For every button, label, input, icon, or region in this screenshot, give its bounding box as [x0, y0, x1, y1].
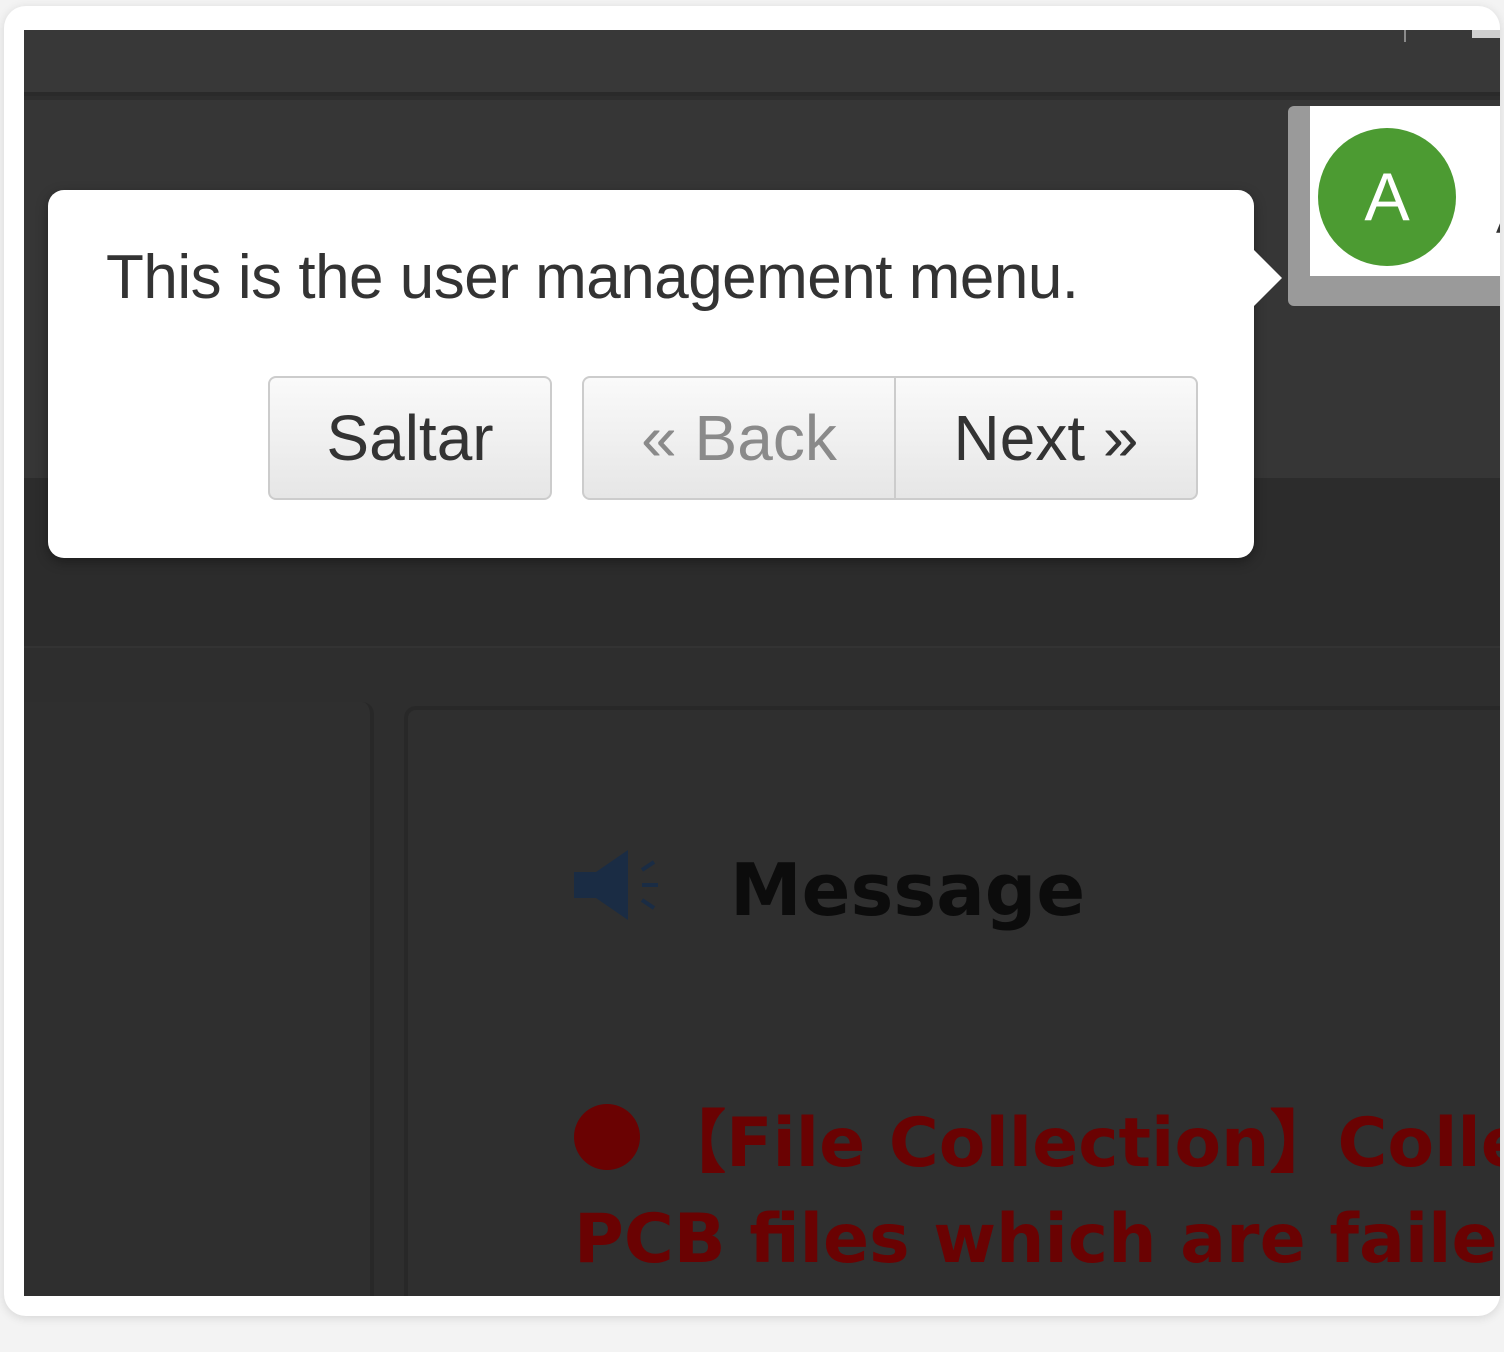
notice-item[interactable]: 【File Collection】Colle PCB files which a… [574, 1096, 1500, 1288]
navbar-icon[interactable] [1472, 30, 1500, 38]
top-navbar [24, 30, 1500, 96]
user-name: A [1496, 194, 1500, 244]
navbar-divider [1404, 30, 1406, 42]
next-button[interactable]: Next » [894, 376, 1198, 500]
notice-line-2: PCB files which are failed [574, 1200, 1500, 1279]
notice-line-1: 【File Collection】Colle [574, 1096, 1500, 1192]
back-button[interactable]: « Back [582, 376, 896, 500]
skip-button[interactable]: Saltar [268, 376, 552, 500]
message-heading: Message [730, 848, 1086, 932]
screenshot-frame: Message 【File Collection】Colle PCB files… [4, 6, 1500, 1316]
tour-step-text: This is the user management menu. [106, 243, 1079, 312]
user-menu-highlight: A A [1310, 106, 1500, 276]
megaphone-icon [574, 850, 658, 920]
tour-popover: This is the user management menu. Saltar… [48, 190, 1282, 558]
app-screen: Message 【File Collection】Colle PCB files… [24, 30, 1500, 1296]
user-avatar[interactable]: A [1318, 128, 1456, 266]
left-panel [24, 702, 374, 1296]
notice-title: 【File Collection】Colle [658, 1104, 1500, 1183]
user-management-menu[interactable]: A A [1288, 106, 1500, 306]
popover-arrow [1254, 250, 1282, 306]
notice-bullet-icon [574, 1104, 640, 1170]
